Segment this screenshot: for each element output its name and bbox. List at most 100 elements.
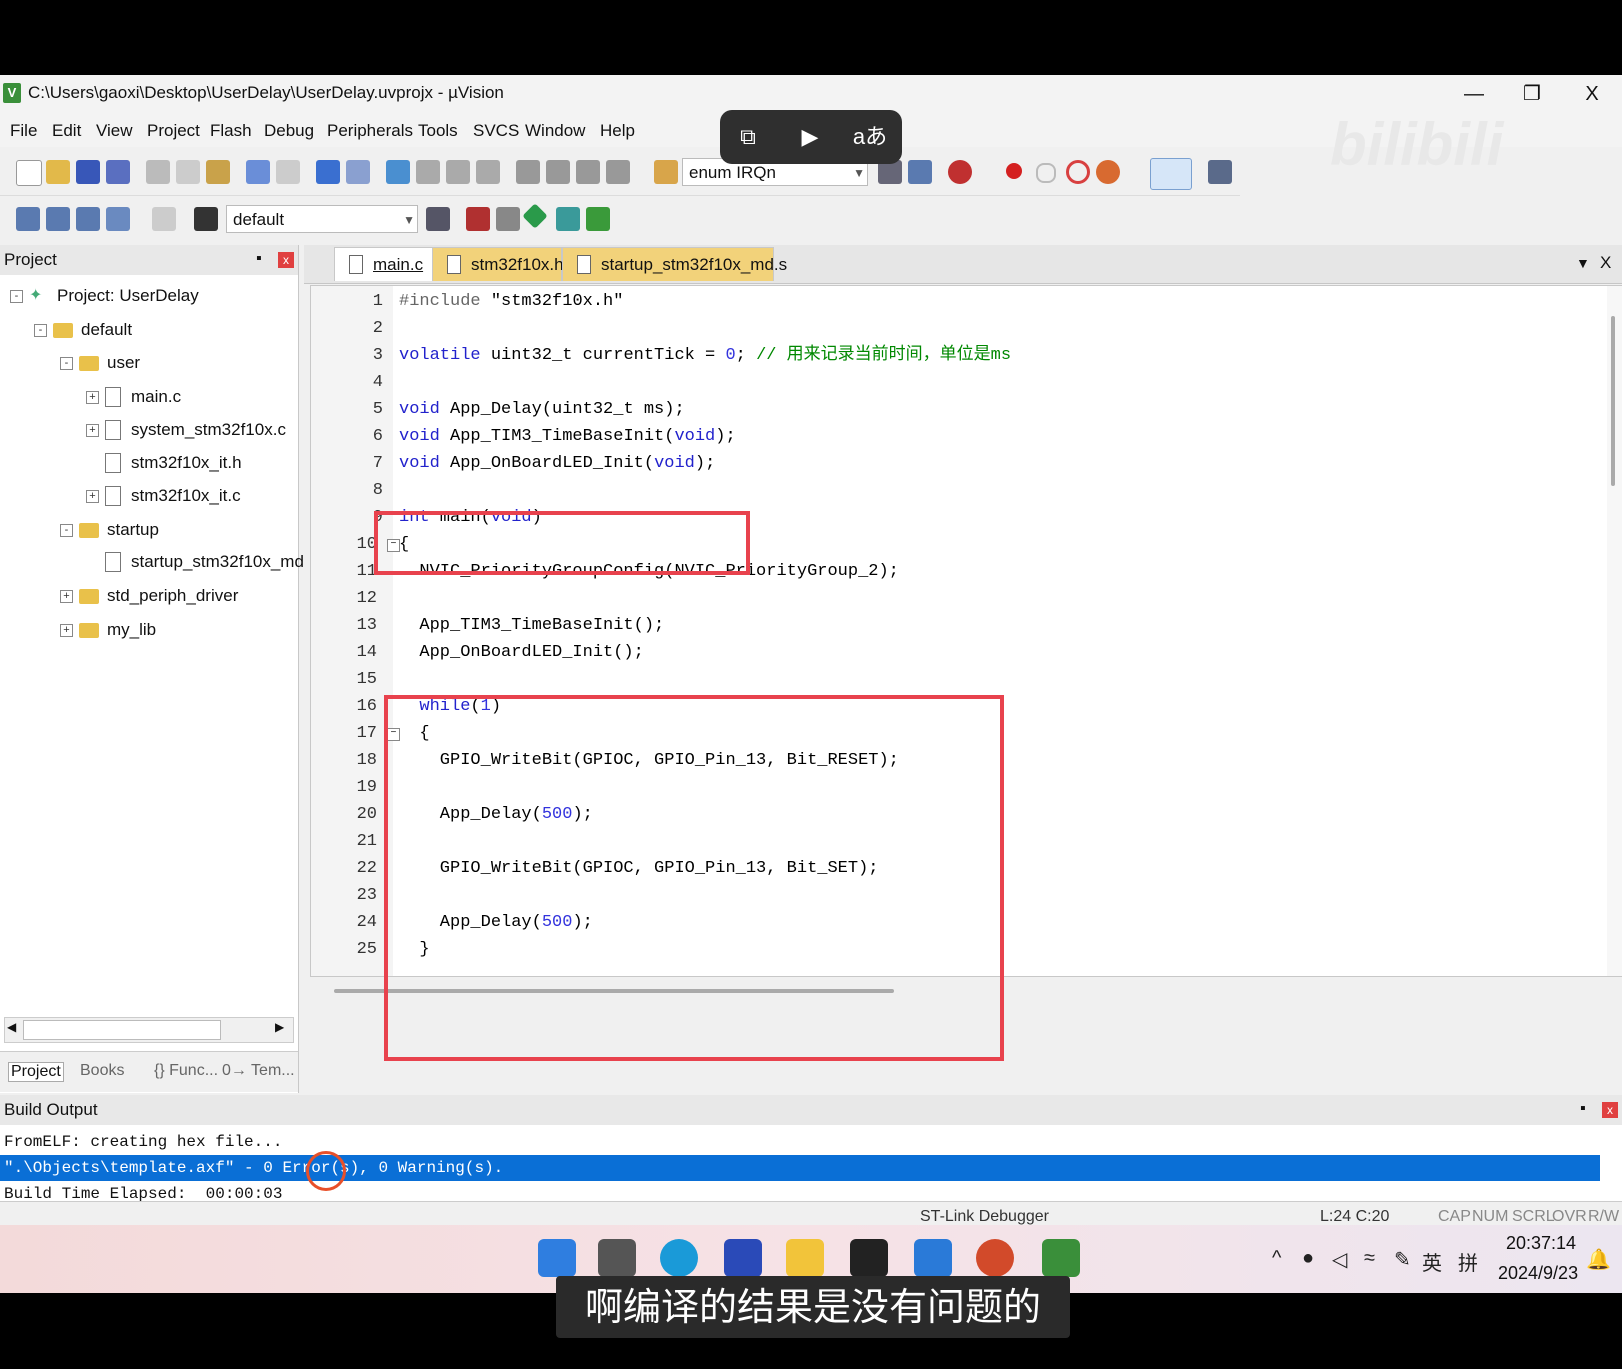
webcam-app-icon[interactable] — [914, 1239, 952, 1277]
tabs-dropdown-icon[interactable]: ▼ — [1576, 255, 1590, 271]
menu-view[interactable]: View — [96, 121, 133, 141]
tab-books[interactable]: Books — [80, 1062, 124, 1080]
translate-icon[interactable]: aあ — [852, 122, 888, 152]
windows-start-icon[interactable] — [538, 1239, 576, 1277]
menu-debug[interactable]: Debug — [264, 121, 314, 141]
stop-build-icon[interactable] — [152, 207, 176, 231]
tree-item-my-lib[interactable]: + my_lib — [60, 615, 156, 645]
minimize-button[interactable]: — — [1454, 79, 1494, 109]
new-file-icon[interactable] — [16, 160, 42, 186]
notification-bell-icon[interactable]: 🔔 — [1586, 1247, 1611, 1272]
target-combo[interactable]: default ▼ — [226, 205, 418, 233]
open-file-icon[interactable] — [46, 160, 70, 184]
file-explorer-icon[interactable] — [786, 1239, 824, 1277]
menu-peripherals[interactable]: Peripherals — [327, 121, 413, 141]
scroll-thumb[interactable] — [23, 1020, 221, 1040]
find-in-files-icon[interactable] — [654, 160, 678, 184]
tab-templates[interactable]: 0→ Tem... — [222, 1062, 295, 1080]
tree-item-main-c[interactable]: + main.c — [86, 382, 181, 412]
close-window-button[interactable]: X — [1572, 79, 1612, 109]
maximize-button[interactable]: ❐ — [1512, 79, 1552, 109]
next-bookmark-icon[interactable] — [446, 160, 470, 184]
batch-build-icon[interactable] — [106, 207, 130, 231]
uvision-taskbar-icon[interactable] — [1042, 1239, 1080, 1277]
kill-breakpoints-icon[interactable] — [1096, 160, 1120, 184]
scroll-left-icon[interactable]: ◀ — [7, 1020, 16, 1034]
collapse-icon[interactable]: - — [60, 523, 73, 537]
comment-icon[interactable] — [576, 160, 600, 184]
expand-icon[interactable]: + — [86, 390, 99, 404]
edge-browser-icon[interactable] — [660, 1239, 698, 1277]
clock-time[interactable]: 20:37:14 — [1506, 1233, 1576, 1254]
tab-functions[interactable]: {} Func... — [154, 1062, 218, 1080]
build-icon[interactable] — [46, 207, 70, 231]
whiteboard-icon[interactable] — [724, 1239, 762, 1277]
pin-icon[interactable]: ▪ — [1580, 1100, 1586, 1118]
menu-tools[interactable]: Tools — [418, 121, 458, 141]
unindent-icon[interactable] — [546, 160, 570, 184]
download-load-icon[interactable] — [194, 207, 218, 231]
redo-icon[interactable] — [276, 160, 300, 184]
manage-rte-icon[interactable] — [586, 207, 610, 231]
clock-date[interactable]: 2024/9/23 — [1498, 1263, 1578, 1284]
manage-components-icon[interactable] — [466, 207, 490, 231]
tree-item-user[interactable]: - user — [60, 348, 140, 378]
collapse-icon[interactable]: - — [60, 356, 73, 370]
tab-startup-stm32f10x-md-s[interactable]: startup_stm32f10x_md.s — [562, 247, 787, 281]
indent-icon[interactable] — [516, 160, 540, 184]
bookmark-icon[interactable] — [386, 160, 410, 184]
pen-icon[interactable]: ✎ — [1394, 1247, 1411, 1272]
menu-flash[interactable]: Flash — [210, 121, 252, 141]
paste-icon[interactable] — [206, 160, 230, 184]
collapse-icon[interactable]: - — [34, 323, 47, 337]
volume-icon[interactable]: ◁ — [1332, 1247, 1347, 1272]
screen-share-icon[interactable]: ⧉ — [730, 122, 766, 152]
pin-icon[interactable]: ▪ — [256, 250, 262, 268]
clear-bookmarks-icon[interactable] — [476, 160, 500, 184]
expand-icon[interactable]: + — [60, 623, 73, 637]
tree-item-default[interactable]: - default — [34, 315, 132, 345]
ime-language[interactable]: 英 — [1422, 1247, 1442, 1276]
save-icon[interactable] — [76, 160, 100, 184]
prev-bookmark-icon[interactable] — [416, 160, 440, 184]
menu-edit[interactable]: Edit — [52, 121, 81, 141]
tree-item-startup[interactable]: - startup — [60, 515, 159, 545]
save-all-icon[interactable] — [106, 160, 130, 184]
tree-item-stm32f10x-it-c[interactable]: + stm32f10x_it.c — [86, 481, 241, 511]
target-options-icon[interactable] — [426, 207, 450, 231]
tab-main-c[interactable]: main.c — [334, 247, 444, 281]
ime-mode[interactable]: 拼 — [1458, 1247, 1478, 1276]
tree-item-stm32f10x-it-h[interactable]: stm32f10x_it.h — [86, 448, 242, 478]
tray-overflow-icon[interactable]: ^ — [1272, 1247, 1281, 1270]
menu-help[interactable]: Help — [600, 121, 635, 141]
menu-project[interactable]: Project — [147, 121, 200, 141]
scroll-thumb[interactable] — [1611, 316, 1615, 486]
copy-icon[interactable] — [176, 160, 200, 184]
translate-icon[interactable] — [16, 207, 40, 231]
close-tab-button[interactable]: X — [1600, 253, 1611, 273]
menu-file[interactable]: File — [10, 121, 37, 141]
project-horizontal-scrollbar[interactable]: ◀ ▶ — [4, 1017, 294, 1043]
navigate-back-icon[interactable] — [316, 160, 340, 184]
tree-item-project[interactable]: - ✦ Project: UserDelay — [10, 281, 199, 311]
task-view-icon[interactable] — [598, 1239, 636, 1277]
video-ai-icon[interactable]: ▶ — [792, 122, 828, 152]
expand-icon[interactable]: + — [60, 589, 73, 603]
tree-item-startup-file[interactable]: startup_stm32f10x_md.s — [86, 547, 317, 577]
configure-icon[interactable] — [1208, 160, 1232, 184]
menu-svcs[interactable]: SVCS — [473, 121, 519, 141]
disable-breakpoints-icon[interactable] — [1066, 160, 1090, 184]
camera-app-icon[interactable] — [850, 1239, 888, 1277]
enable-breakpoint-icon[interactable] — [1036, 163, 1056, 183]
tree-item-system-stm32f10x-c[interactable]: + system_stm32f10x.c — [86, 415, 286, 445]
powerpoint-icon[interactable] — [976, 1239, 1014, 1277]
uncomment-icon[interactable] — [606, 160, 630, 184]
rebuild-icon[interactable] — [76, 207, 100, 231]
scroll-right-icon[interactable]: ▶ — [275, 1020, 284, 1034]
close-panel-button[interactable]: x — [1602, 1102, 1618, 1118]
select-packs-icon[interactable] — [556, 207, 580, 231]
expand-icon[interactable]: + — [86, 489, 99, 503]
menu-window[interactable]: Window — [525, 121, 585, 141]
microphone-icon[interactable]: ● — [1302, 1247, 1314, 1270]
insert-breakpoint-icon[interactable] — [1006, 163, 1022, 179]
